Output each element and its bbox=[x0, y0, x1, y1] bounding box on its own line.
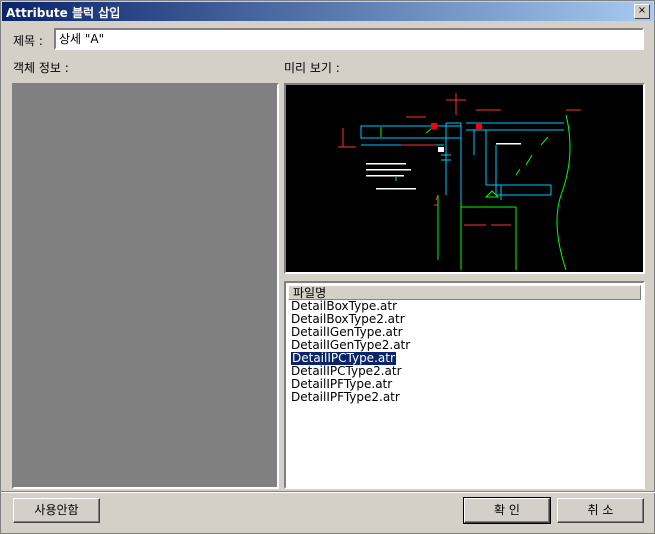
cad-drawing-preview bbox=[338, 93, 581, 271]
title-input[interactable]: 상세 "A" bbox=[54, 28, 644, 50]
object-info-label: 객체 정보 : bbox=[13, 61, 69, 75]
object-info-panel bbox=[12, 83, 279, 489]
button-separator bbox=[1, 491, 655, 493]
dialog-window: Attribute 블럭 삽입 × 제목 : 상세 "A" 객체 정보 : 미리… bbox=[0, 0, 655, 534]
list-item[interactable]: DetailIPFType2.atr bbox=[290, 391, 411, 404]
red-marker bbox=[476, 123, 482, 129]
preview-label: 미리 보기 : bbox=[284, 61, 340, 75]
close-button[interactable]: × bbox=[634, 4, 650, 19]
list-item-label: DetailBoxType.atr bbox=[291, 299, 398, 313]
window-title: Attribute 블럭 삽입 bbox=[6, 6, 121, 20]
list-item-label: DetailIGenType.atr bbox=[291, 325, 403, 339]
list-item-label: DetailIPFType2.atr bbox=[291, 390, 400, 404]
white-marker bbox=[438, 147, 444, 152]
title-bar[interactable]: Attribute 블럭 삽입 × bbox=[2, 2, 653, 21]
list-item-label: DetailBoxType2.atr bbox=[291, 312, 405, 326]
title-label: 제목 : bbox=[13, 34, 43, 48]
list-item-label: DetailIPCType2.atr bbox=[291, 364, 402, 378]
not-use-button[interactable]: 사용안함 bbox=[13, 498, 100, 523]
cancel-button[interactable]: 취 소 bbox=[557, 498, 644, 523]
file-list-header[interactable]: 파일명 bbox=[288, 285, 641, 300]
red-marker bbox=[431, 123, 437, 129]
list-item-label: DetailIPFType.atr bbox=[291, 377, 393, 391]
file-list[interactable]: 파일명 DetailBoxType.atr DetailBoxType2.atr… bbox=[284, 281, 645, 489]
preview-panel bbox=[284, 83, 645, 274]
list-item-label: DetailIGenType2.atr bbox=[291, 338, 411, 352]
file-list-body: DetailBoxType.atr DetailBoxType2.atr Det… bbox=[290, 300, 411, 404]
ok-button[interactable]: 확 인 bbox=[463, 497, 551, 524]
